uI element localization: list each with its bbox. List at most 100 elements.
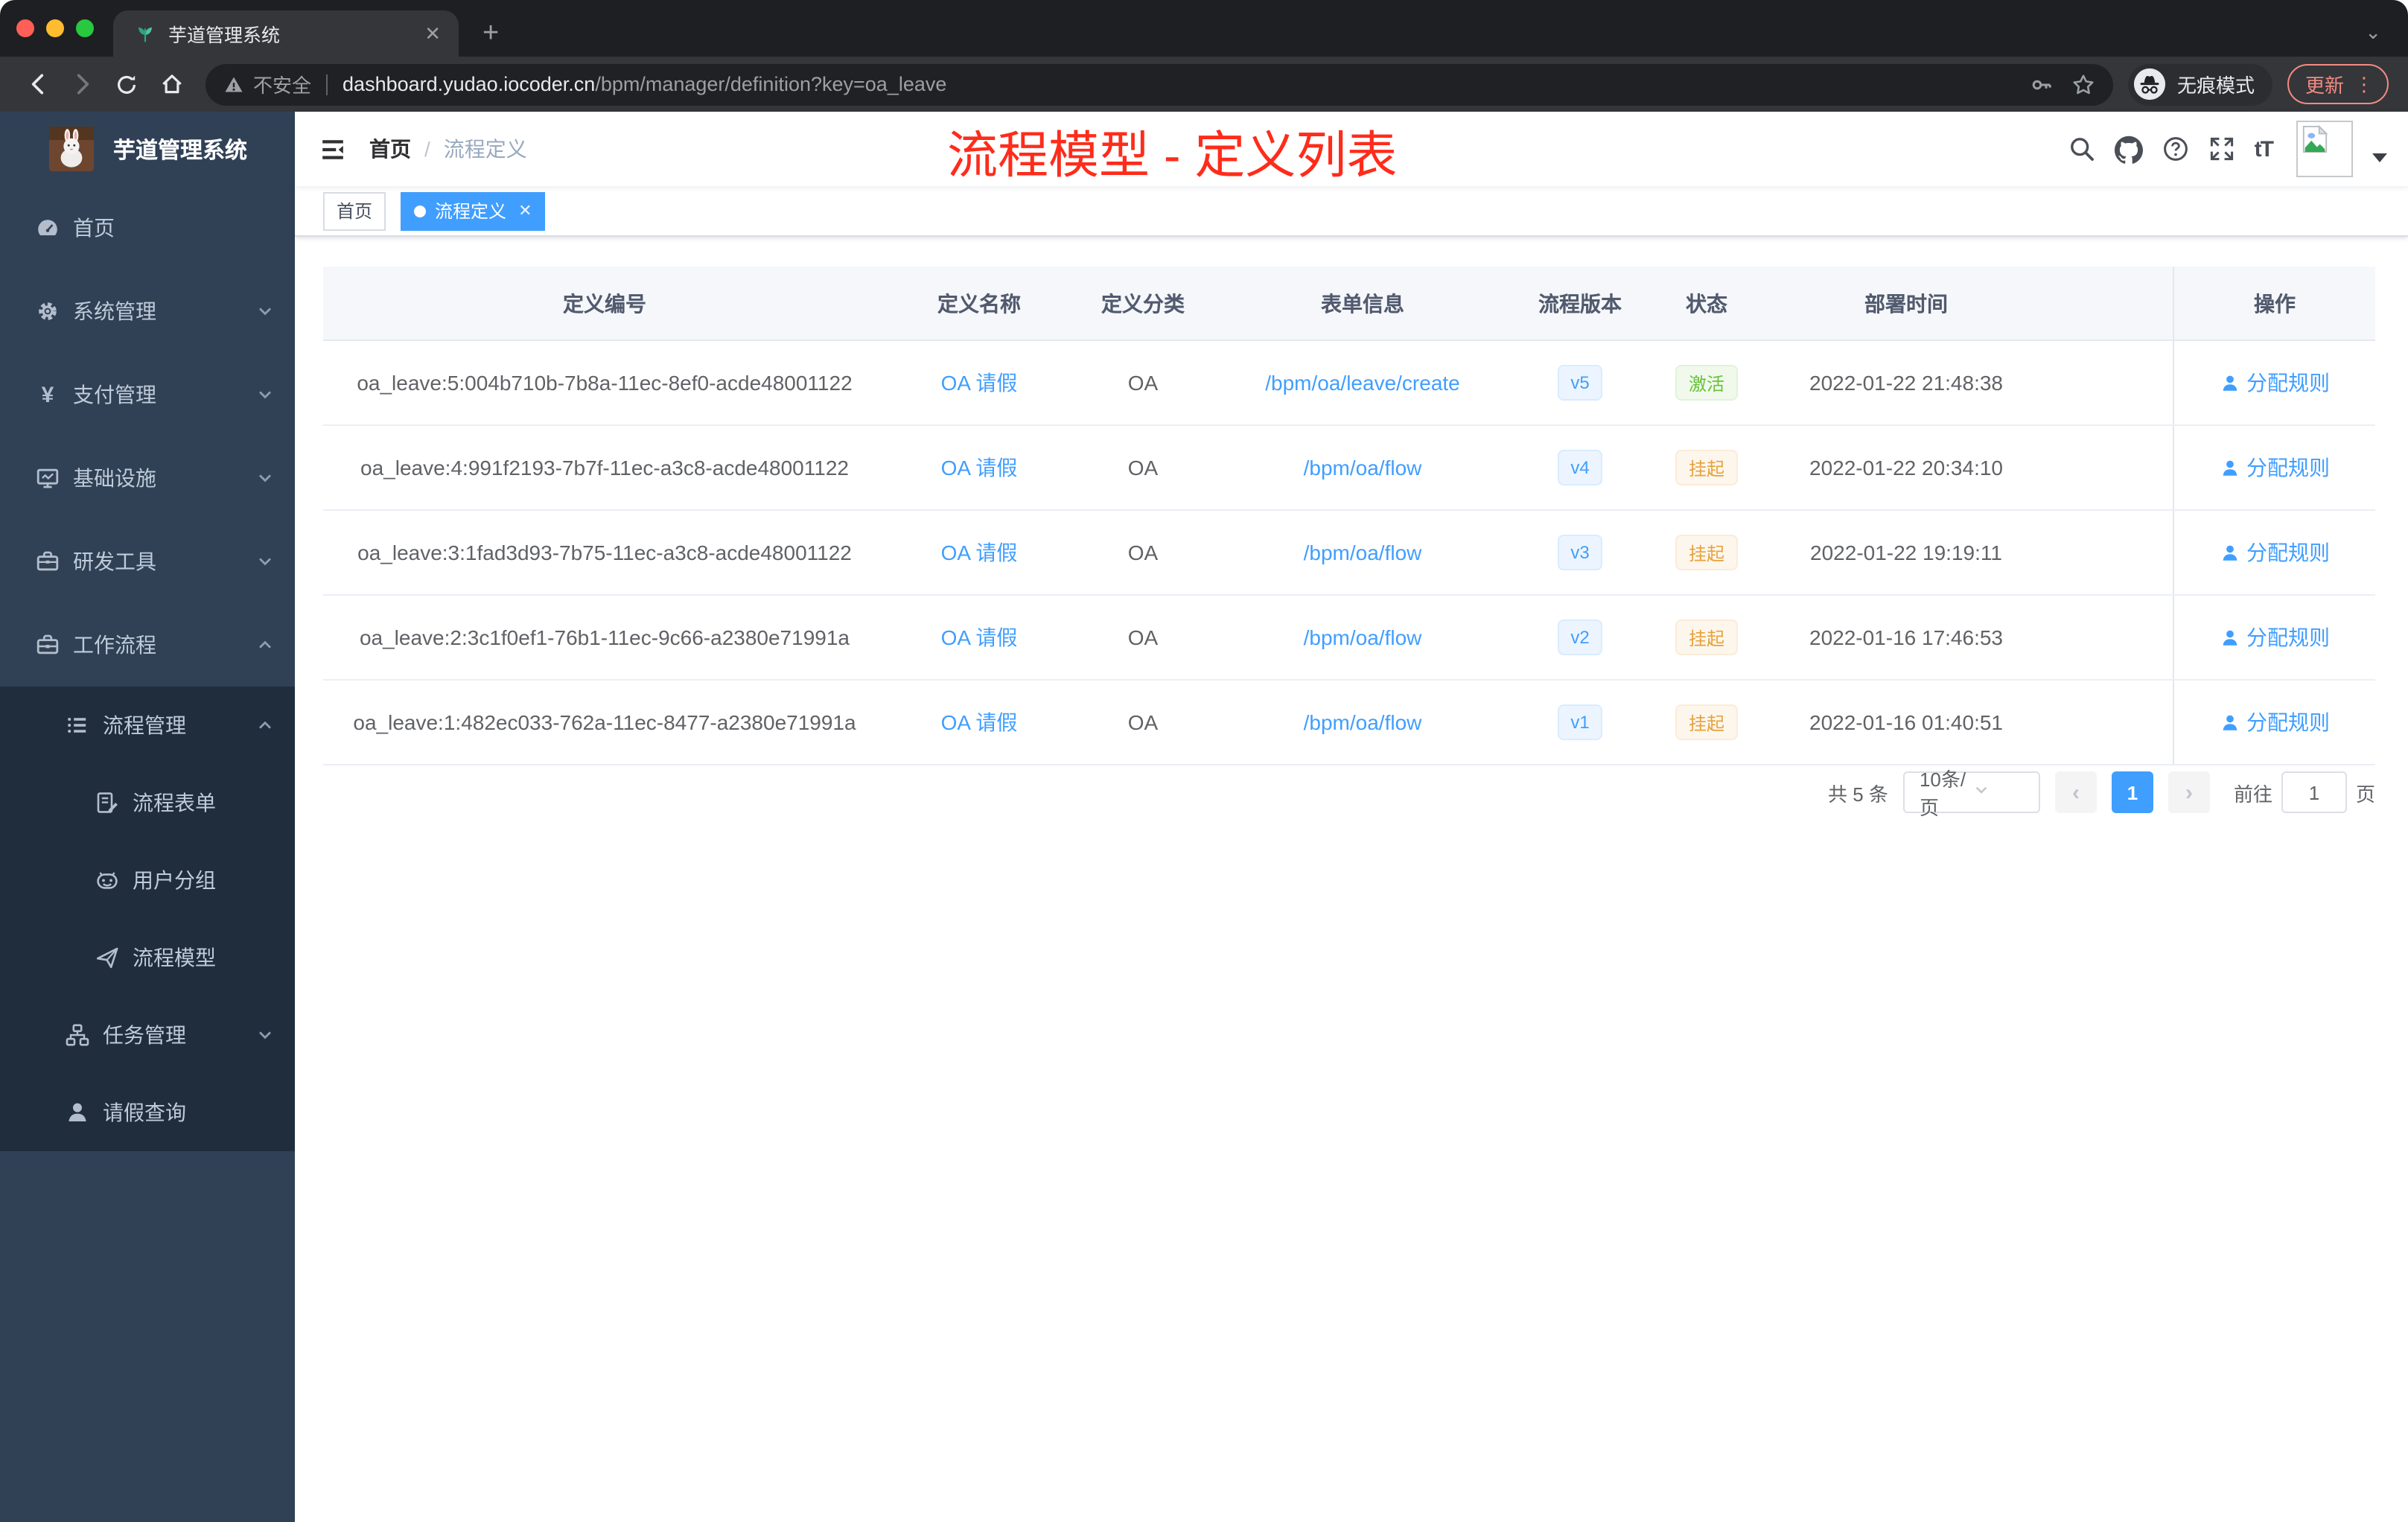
chevron-up-icon	[256, 716, 274, 734]
table-row: oa_leave:4:991f2193-7b7f-11ec-a3c8-acde4…	[323, 426, 2375, 511]
sidebar: 芋道管理系统 首页 系统管理 ¥ 支付管理 基础设施 研发工具 工作流程 流程管…	[0, 112, 295, 1522]
tag-home[interactable]: 首页	[323, 191, 386, 230]
col-actions: 操作	[2173, 267, 2375, 340]
sidebar-item-home[interactable]: 首页	[0, 186, 295, 270]
tag-close-icon[interactable]: ✕	[518, 201, 532, 220]
definition-name-link[interactable]: OA 请假	[941, 707, 1018, 737]
breadcrumb: 首页 / 流程定义	[369, 134, 527, 164]
tab-strip: 芋道管理系统 ✕ + ⌄	[0, 0, 2408, 57]
status-tag: 挂起	[1675, 620, 1738, 655]
back-icon[interactable]	[15, 71, 60, 97]
incognito-label: 无痕模式	[2176, 74, 2255, 97]
breadcrumb-home[interactable]: 首页	[369, 134, 411, 164]
sidebar-item-process-form[interactable]: 流程表单	[0, 764, 295, 841]
status-tag: 挂起	[1675, 450, 1738, 485]
sidebar-item-workflow[interactable]: 工作流程	[0, 603, 295, 687]
new-tab-button[interactable]: +	[474, 18, 508, 51]
tag-process-definition[interactable]: 流程定义 ✕	[401, 191, 546, 230]
browser-chrome: 芋道管理系统 ✕ + ⌄ 不安全 dashboard.yudao.iocoder…	[0, 0, 2408, 112]
page-content: 定义编号 定义名称 定义分类 表单信息 流程版本 状态 部署时间 操作 oa_l…	[295, 237, 2408, 1522]
assign-rule-link[interactable]: 分配规则	[2246, 453, 2330, 483]
sidebar-item-devtools[interactable]: 研发工具	[0, 520, 295, 603]
definition-table: 定义编号 定义名称 定义分类 表单信息 流程版本 状态 部署时间 操作 oa_l…	[323, 267, 2375, 765]
definition-name-link[interactable]: OA 请假	[941, 623, 1018, 652]
goto-page-input[interactable]	[2281, 771, 2347, 813]
assign-rule-link[interactable]: 分配规则	[2246, 707, 2330, 737]
sidebar-item-leave-query[interactable]: 请假查询	[0, 1074, 295, 1151]
col-form-info: 表单信息	[1321, 291, 1404, 315]
url-bar[interactable]: 不安全 dashboard.yudao.iocoder.cn/bpm/manag…	[206, 63, 2113, 105]
form-link[interactable]: /bpm/oa/flow	[1304, 456, 1422, 480]
page-size-select[interactable]: 10条/页	[1902, 768, 2040, 819]
navbar-actions: tT	[2068, 121, 2408, 177]
sidebar-item-task-management[interactable]: 任务管理	[0, 996, 295, 1074]
password-key-icon[interactable]	[2030, 72, 2054, 96]
browser-tab[interactable]: 芋道管理系统 ✕	[113, 10, 459, 57]
tab-search-caret-icon[interactable]: ⌄	[2365, 21, 2381, 45]
close-window-button[interactable]	[16, 19, 34, 37]
definition-id: oa_leave:1:482ec033-762a-11ec-8477-a2380…	[353, 710, 856, 734]
prev-page-button[interactable]: ‹	[2054, 771, 2097, 813]
assign-rule-link[interactable]: 分配规则	[2246, 368, 2330, 398]
assign-rule-link[interactable]: 分配规则	[2246, 538, 2330, 567]
sidebar-collapse-icon[interactable]	[295, 136, 369, 162]
avatar-caret-icon[interactable]	[2372, 153, 2387, 162]
definition-id: oa_leave:3:1fad3d93-7b75-11ec-a3c8-acde4…	[357, 541, 852, 564]
zoom-window-button[interactable]	[76, 19, 94, 37]
definition-id: oa_leave:5:004b710b-7b8a-11ec-8ef0-acde4…	[357, 371, 853, 395]
user-icon	[66, 1101, 89, 1124]
paper-plane-icon	[95, 946, 119, 969]
list-icon	[66, 713, 89, 737]
page-size-value: 10条/页	[1919, 768, 1966, 819]
assign-user-icon	[2220, 543, 2239, 562]
col-definition-name: 定义名称	[937, 291, 1021, 315]
definition-name-link[interactable]: OA 请假	[941, 538, 1018, 567]
select-caret-icon	[1973, 782, 2027, 803]
update-browser-button[interactable]: 更新 ⋮	[2287, 64, 2389, 104]
app-logo[interactable]: 芋道管理系统	[0, 112, 295, 186]
bookmark-star-icon[interactable]	[2071, 72, 2095, 96]
tab-close-icon[interactable]: ✕	[418, 22, 447, 45]
not-secure-warning-icon[interactable]	[223, 74, 244, 95]
window-controls[interactable]	[16, 19, 94, 37]
forward-icon[interactable]	[60, 71, 104, 97]
breadcrumb-current: 流程定义	[443, 137, 527, 161]
form-link[interactable]: /bpm/oa/flow	[1304, 710, 1422, 734]
active-tag-dot	[414, 205, 427, 217]
assign-user-icon	[2220, 628, 2239, 647]
sidebar-item-system[interactable]: 系统管理	[0, 270, 295, 353]
form-link[interactable]: /bpm/oa/flow	[1304, 625, 1422, 649]
font-size-icon[interactable]: tT	[2255, 136, 2274, 162]
sidebar-item-user-group[interactable]: 用户分组	[0, 841, 295, 919]
deploy-time: 2022-01-22 21:48:38	[1809, 371, 2003, 395]
form-link[interactable]: /bpm/oa/leave/create	[1265, 371, 1460, 395]
search-icon[interactable]	[2068, 136, 2095, 162]
col-deploy-time: 部署时间	[1864, 291, 1948, 315]
avatar[interactable]	[2296, 121, 2353, 177]
minimize-window-button[interactable]	[46, 19, 64, 37]
assign-rule-link[interactable]: 分配规则	[2246, 623, 2330, 652]
sidebar-item-process-management[interactable]: 流程管理	[0, 687, 295, 764]
sidebar-item-payment[interactable]: ¥ 支付管理	[0, 353, 295, 436]
definition-name-link[interactable]: OA 请假	[941, 368, 1018, 398]
browser-menu-icon[interactable]: ⋮	[2354, 72, 2374, 96]
status-tag: 挂起	[1675, 535, 1738, 570]
chevron-down-icon	[256, 469, 274, 487]
page-unit-label: 页	[2355, 783, 2375, 805]
github-icon[interactable]	[2114, 135, 2143, 163]
breadcrumb-separator: /	[424, 137, 430, 161]
current-page-button[interactable]: 1	[2111, 771, 2153, 813]
form-link[interactable]: /bpm/oa/flow	[1304, 541, 1422, 564]
definition-category: OA	[1127, 710, 1159, 734]
status-tag: 激活	[1675, 365, 1738, 401]
sidebar-item-process-model[interactable]: 流程模型	[0, 919, 295, 996]
help-question-icon[interactable]	[2162, 136, 2189, 162]
reload-icon[interactable]	[104, 72, 149, 96]
home-icon[interactable]	[149, 71, 194, 97]
fullscreen-icon[interactable]	[2208, 136, 2235, 162]
sidebar-item-infrastructure[interactable]: 基础设施	[0, 436, 295, 520]
definition-name-link[interactable]: OA 请假	[941, 453, 1018, 483]
form-edit-icon	[95, 791, 119, 815]
screen: 芋道管理系统 ✕ + ⌄ 不安全 dashboard.yudao.iocoder…	[0, 0, 2408, 1522]
next-page-button[interactable]: ›	[2167, 771, 2210, 813]
